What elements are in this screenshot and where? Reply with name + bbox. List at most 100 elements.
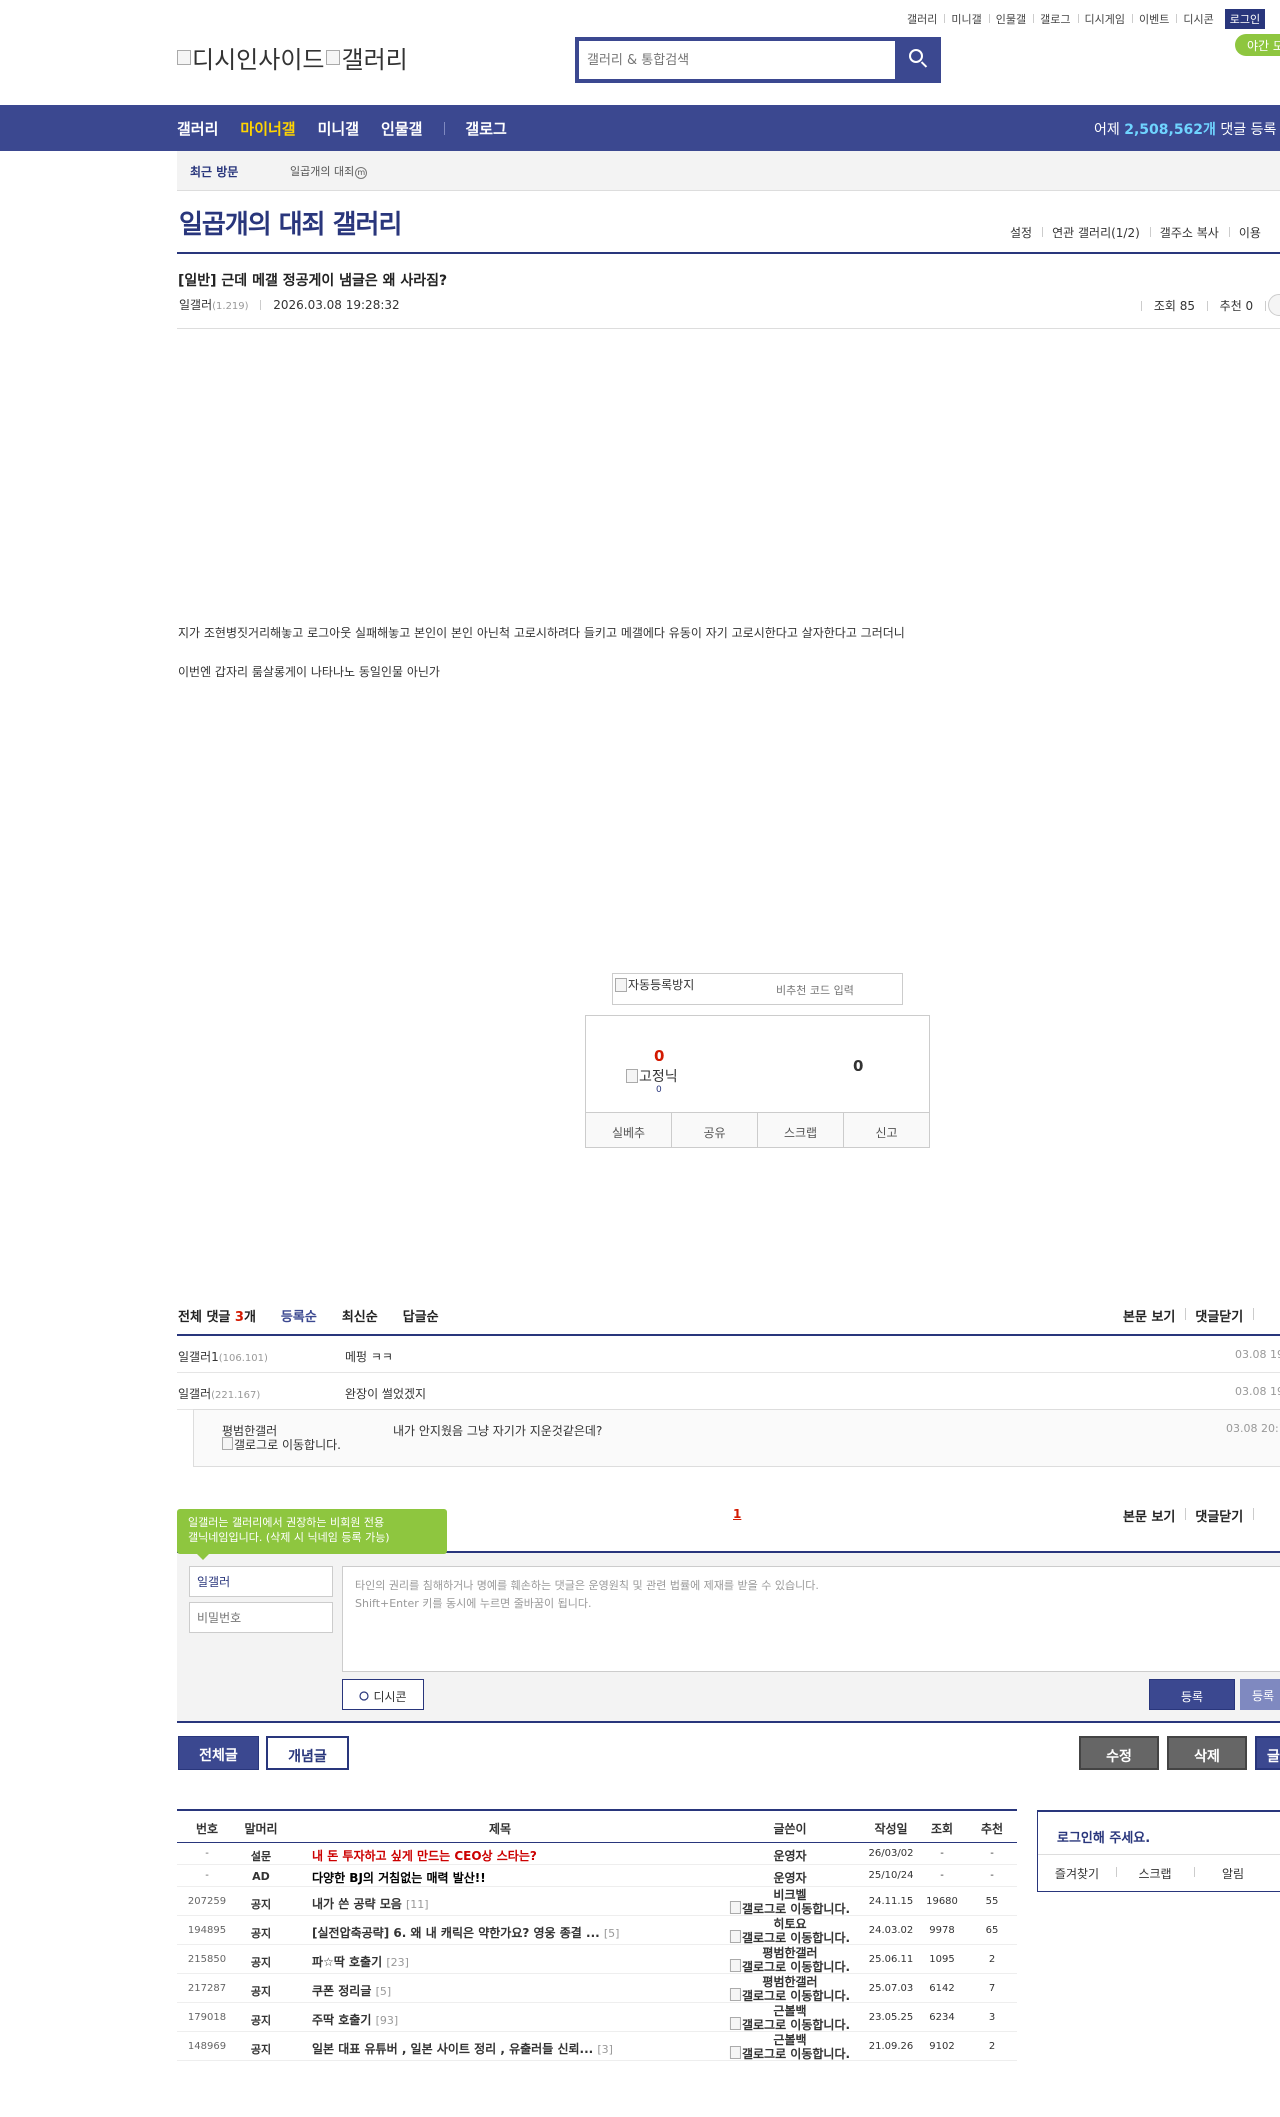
table-row[interactable]: 215850 공지 파☆딱 호출기 [23] 평범한갤러 갤로그로 이동합니다. 25.0… [177, 1945, 1017, 1974]
favorites-link[interactable]: 즐겨찾기 [1038, 1865, 1116, 1882]
post-title-link[interactable]: 파☆딱 호출기 [23] [312, 1953, 409, 1970]
edit-post-button[interactable]: 수정 [1079, 1736, 1159, 1770]
scrap-link[interactable]: 스크랩 [1116, 1865, 1194, 1882]
related-gallery-link[interactable]: 연관 갤러리(1/2) [1042, 224, 1150, 241]
reply-count[interactable]: [11] [406, 1898, 429, 1911]
write-post-button[interactable]: 글 [1255, 1736, 1280, 1770]
delete-post-button[interactable]: 삭제 [1167, 1736, 1247, 1770]
post-title-link[interactable]: 일본 대표 유튜버 , 일본 사이트 정리 , 유출러들 신뢰... [3] [312, 2040, 613, 2057]
util-link-person-gall[interactable]: 인물갤 [988, 11, 1033, 27]
gallery-settings-link[interactable]: 설정 [1000, 224, 1042, 241]
search-input[interactable] [579, 41, 899, 79]
gnb-item-minor-gallery[interactable]: 마이너갤 [240, 118, 295, 139]
real-best-button[interactable]: 실베추 [586, 1113, 671, 1147]
copy-gallery-url-link[interactable]: 갤주소 복사 [1149, 224, 1229, 241]
post-writer[interactable]: 평범한갤러 갤로그로 이동합니다. [730, 1947, 850, 1974]
dccon-button[interactable]: 디시콘 [342, 1679, 424, 1710]
table-row[interactable]: 207259 공지 내가 쓴 공략 모음 [11] 비크벨 갤로그로 이동합니다. 24.… [177, 1887, 1017, 1916]
table-row[interactable]: - AD 다양한 BJ의 거침없는 매력 발산!! 운영자 25/10/24 - - [177, 1865, 1017, 1887]
scrap-button[interactable]: 스크랩 [757, 1113, 843, 1147]
gallog-link-icon[interactable]: 갤로그로 이동합니다. [730, 2047, 850, 2061]
comment-writer[interactable]: 일갤러(221.167) [178, 1385, 260, 1402]
submit-comment-button[interactable]: 등록 [1149, 1679, 1235, 1710]
post-writer[interactable]: 운영자 [773, 1869, 806, 1886]
util-link-event[interactable]: 이벤트 [1131, 11, 1176, 27]
gnb-item-gallery[interactable]: 갤러리 [177, 118, 218, 139]
table-row[interactable]: - 설문 내 돈 투자하고 싶게 만드는 CEO상 스타는? 운영자 26/03/02… [177, 1843, 1017, 1865]
table-row[interactable]: 179018 공지 주딱 호출기 [93] 근볼백 갤로그로 이동합니다. 23.05.2… [177, 2003, 1017, 2032]
gallog-link-icon[interactable]: 갤로그로 이동합니다. [730, 2018, 850, 2032]
post-title-link[interactable]: 주딱 호출기 [93] [312, 2011, 398, 2028]
login-button[interactable]: 로그인 [1224, 9, 1266, 29]
gallog-link-icon[interactable]: 갤로그로 이동합니다. [222, 1437, 342, 1451]
post-title-link[interactable]: 다양한 BJ의 거침없는 매력 발산!! [312, 1869, 486, 1886]
post-title-link[interactable]: [실전압축공략] 6. 왜 내 캐릭은 약한가요? 영웅 종결 ... [5] [312, 1924, 619, 1941]
gallog-link-icon[interactable]: 갤로그로 이동합니다. [730, 1902, 850, 1916]
table-row[interactable]: 148969 공지 일본 대표 유튜버 , 일본 사이트 정리 , 유출러들 신뢰.… [177, 2032, 1017, 2061]
gallog-link-icon[interactable]: 갤로그로 이동합니다. [730, 1931, 850, 1945]
post-writer[interactable]: 근볼백 갤로그로 이동합니다. [730, 2034, 850, 2061]
night-mode-toggle[interactable]: 야간 모드 [1235, 34, 1280, 56]
comment-textarea[interactable]: 타인의 권리를 침해하거나 명예를 훼손하는 댓글은 운영원칙 및 관련 법률에… [342, 1566, 1280, 1672]
post-views: 조회 85 [1153, 299, 1195, 313]
table-row[interactable]: 217287 공지 쿠폰 정리글 [5] 평범한갤러 갤로그로 이동합니다. 25.07.… [177, 1974, 1017, 2003]
comment-page-number[interactable]: 1 [733, 1507, 741, 1521]
reply-count[interactable]: [3] [597, 2043, 613, 2056]
post-writer[interactable]: 운영자 [773, 1847, 806, 1864]
nickname-field[interactable] [189, 1566, 333, 1597]
submit-comment-recommend-button[interactable]: 등록 [1240, 1679, 1280, 1710]
notification-link[interactable]: 알림 [1194, 1865, 1272, 1882]
refresh-comments-link[interactable] [1253, 1506, 1273, 1525]
view-post-link[interactable]: 본문 보기 [1123, 1306, 1185, 1325]
post-title-link[interactable]: 내 돈 투자하고 싶게 만드는 CEO상 스타는? [312, 1847, 537, 1864]
util-link-dccon[interactable]: 디시콘 [1176, 11, 1220, 27]
all-posts-button[interactable]: 전체글 [178, 1736, 259, 1770]
view-post-link[interactable]: 본문 보기 [1123, 1506, 1185, 1525]
util-link-dcgame[interactable]: 디시게임 [1077, 11, 1132, 27]
best-posts-button[interactable]: 개념글 [266, 1736, 349, 1770]
post-writer[interactable]: 근볼백 갤로그로 이동합니다. [730, 2005, 850, 2032]
comment-sort-registered[interactable]: 등록순 [281, 1306, 317, 1325]
reply-count[interactable]: [5] [604, 1927, 620, 1940]
gnb-item-gallog[interactable]: 갤로그 [465, 118, 506, 139]
post-recommend: 55 [985, 1896, 999, 1907]
site-logo[interactable]: 디시인사이드 갤러리 [177, 40, 408, 75]
reply-count[interactable]: [23] [386, 1956, 409, 1969]
reply-count[interactable]: [93] [376, 2014, 399, 2027]
column-header-recommend[interactable]: 추천 [981, 1820, 1003, 1837]
post-writer[interactable]: 평범한갤러 갤로그로 이동합니다. [730, 1976, 850, 2003]
column-header-date[interactable]: 작성일 [874, 1820, 907, 1837]
util-link-gallery[interactable]: 갤러리 [900, 11, 944, 27]
column-header-views[interactable]: 조회 [931, 1820, 953, 1837]
reply-count[interactable]: [5] [376, 1985, 392, 1998]
post-title-link[interactable]: 내가 쓴 공략 모음 [11] [312, 1895, 429, 1912]
recent-visit-item[interactable]: 일곱개의 대죄 m [290, 163, 368, 179]
post-writer[interactable]: 비크벨 갤로그로 이동합니다. [730, 1889, 850, 1916]
password-field[interactable] [189, 1602, 333, 1633]
refresh-comments-link[interactable] [1253, 1306, 1273, 1325]
comment-sort-latest[interactable]: 최신순 [342, 1306, 378, 1325]
comment-writer[interactable]: 일갤러1(106.101) [178, 1348, 268, 1365]
search-button[interactable] [895, 37, 941, 83]
post-title-link[interactable]: 쿠폰 정리글 [5] [312, 1982, 391, 1999]
comment-sort-replies[interactable]: 답글순 [403, 1306, 439, 1325]
captcha-input[interactable] [762, 980, 898, 1000]
table-row[interactable]: 194895 공지 [실전압축공략] 6. 왜 내 캐릭은 약한가요? 영웅 종결 … [177, 1916, 1017, 1945]
post-writer[interactable]: 히토요 갤로그로 이동합니다. [730, 1918, 850, 1945]
fixed-nick-count: 0 [656, 1085, 662, 1095]
gnb-item-mini-gallery[interactable]: 미니갤 [318, 118, 359, 139]
gnb-item-person-gallery[interactable]: 인물갤 [381, 118, 422, 139]
gallery-title[interactable]: 일곱개의 대죄 갤러리 [179, 204, 402, 241]
share-button[interactable]: 공유 [671, 1113, 757, 1147]
close-comments-link[interactable]: 댓글닫기 [1185, 1506, 1253, 1525]
gallog-link-icon[interactable]: 갤로그로 이동합니다. [730, 1960, 850, 1974]
gallery-usage-link[interactable]: 이용 [1228, 224, 1271, 241]
util-link-gallog[interactable]: 갤로그 [1033, 11, 1077, 27]
post-writer[interactable]: 일갤러 [179, 298, 212, 312]
post-views: 9102 [929, 2041, 955, 2052]
util-link-minigall[interactable]: 미니갤 [944, 11, 988, 27]
report-button[interactable]: 신고 [843, 1113, 929, 1147]
login-prompt[interactable]: 로그인해 주세요. [1057, 1827, 1150, 1846]
close-comments-link[interactable]: 댓글닫기 [1185, 1306, 1253, 1325]
gallog-link-icon[interactable]: 갤로그로 이동합니다. [730, 1989, 850, 2003]
